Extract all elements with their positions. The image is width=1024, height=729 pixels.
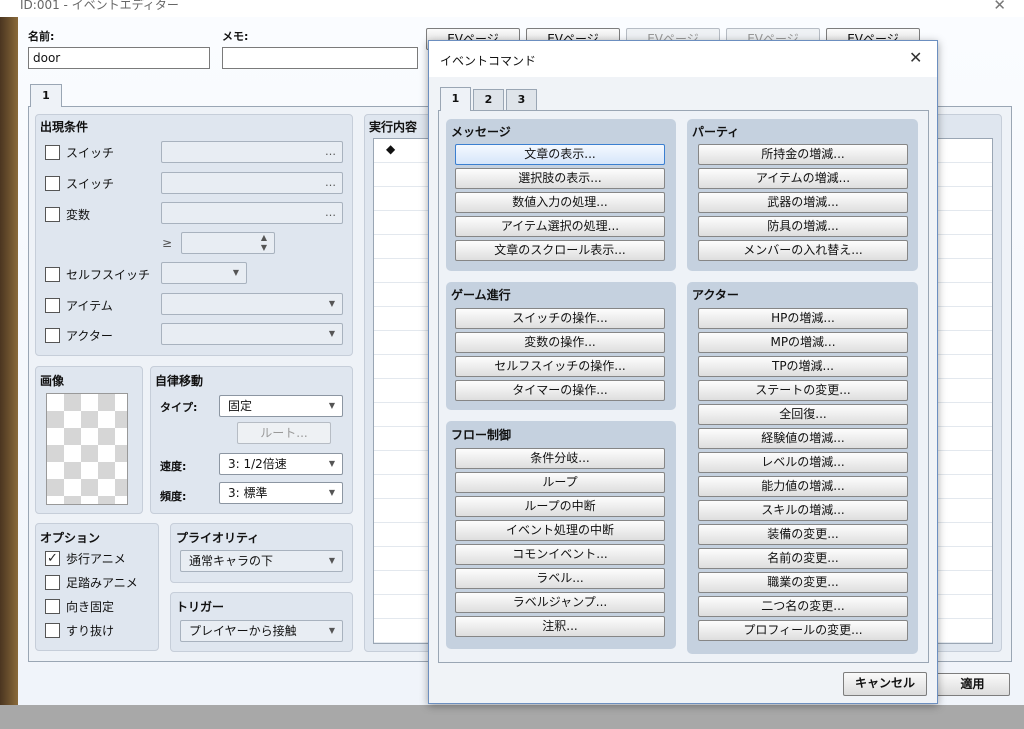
control-self-switch-button[interactable]: セルフスイッチの操作... [455, 356, 665, 377]
actor-group-title: アクター [692, 288, 739, 302]
change-weapons-button[interactable]: 武器の増減... [698, 192, 908, 213]
change-tp-button[interactable]: TPの増減... [698, 356, 908, 377]
change-mp-button[interactable]: MPの増減... [698, 332, 908, 353]
speed-label: 速度: [160, 460, 187, 473]
change-name-button[interactable]: 名前の変更... [698, 548, 908, 569]
switch1-checkbox[interactable]: スイッチ [45, 144, 114, 161]
actor-select[interactable]: ▼ [161, 323, 343, 345]
tab-page-1[interactable]: 1 [30, 84, 62, 107]
dialog-tab-3[interactable]: 3 [506, 89, 537, 110]
self-switch-checkbox[interactable]: セルフスイッチ [45, 266, 150, 283]
switch1-select[interactable]: … [161, 141, 343, 163]
autonomous-movement-title: 自律移動 [155, 374, 204, 388]
dialog-tab-1[interactable]: 1 [440, 87, 471, 111]
type-label: タイプ: [160, 401, 198, 414]
switch2-select[interactable]: … [161, 172, 343, 194]
party-group: パーティ 所持金の増減... アイテムの増減... 武器の増減... 防具の増減… [687, 119, 918, 271]
change-gold-button[interactable]: 所持金の増減... [698, 144, 908, 165]
item-select[interactable]: ▼ [161, 293, 343, 315]
window-close-icon[interactable]: ✕ [993, 0, 1006, 14]
type-select[interactable]: 固定 ▼ [219, 395, 343, 417]
ge-label: ≥ [162, 236, 173, 250]
flow-control-title: フロー制御 [451, 428, 512, 442]
flow-control-group: フロー制御 条件分岐... ループ ループの中断 イベント処理の中断 コモンイベ… [446, 421, 676, 649]
message-group-title: メッセージ [451, 125, 511, 139]
character-image[interactable] [46, 393, 128, 505]
common-event-button[interactable]: コモンイベント... [455, 544, 665, 565]
conditions-title: 出現条件 [40, 120, 89, 134]
change-state-button[interactable]: ステートの変更... [698, 380, 908, 401]
list-item[interactable]: ◆ [386, 142, 395, 156]
through-checkbox[interactable]: すり抜け [45, 622, 114, 639]
priority-select[interactable]: 通常キャラの下 ▼ [180, 550, 343, 572]
trigger-select[interactable]: プレイヤーから接触 ▼ [180, 620, 343, 642]
frequency-select[interactable]: 3: 標準 ▼ [219, 482, 343, 504]
party-group-title: パーティ [692, 125, 740, 139]
control-timer-button[interactable]: タイマーの操作... [455, 380, 665, 401]
speed-select[interactable]: 3: 1/2倍速 ▼ [219, 453, 343, 475]
change-skill-button[interactable]: スキルの増減... [698, 500, 908, 521]
memo-input[interactable] [222, 47, 418, 69]
change-parameter-button[interactable]: 能力値の増減... [698, 476, 908, 497]
change-hp-button[interactable]: HPの増減... [698, 308, 908, 329]
image-title: 画像 [40, 374, 65, 388]
walking-animation-checkbox[interactable]: 歩行アニメ [45, 550, 126, 567]
change-items-button[interactable]: アイテムの増減... [698, 168, 908, 189]
select-item-button[interactable]: アイテム選択の処理... [455, 216, 665, 237]
window-title: ID:001 - イベントエディター [0, 0, 1024, 17]
change-nickname-button[interactable]: 二つ名の変更... [698, 596, 908, 617]
show-choices-button[interactable]: 選択肢の表示... [455, 168, 665, 189]
variable-select[interactable]: … [161, 202, 343, 224]
options-title: オプション [40, 531, 101, 545]
game-progression-group: ゲーム進行 スイッチの操作... 変数の操作... セルフスイッチの操作... … [446, 282, 676, 410]
jump-to-label-button[interactable]: ラベルジャンプ... [455, 592, 665, 613]
conditional-branch-button[interactable]: 条件分岐... [455, 448, 665, 469]
change-party-member-button[interactable]: メンバーの入れ替え... [698, 240, 908, 261]
trigger-title: トリガー [176, 600, 225, 614]
show-text-button[interactable]: 文章の表示... [455, 144, 665, 165]
priority-title: プライオリティ [176, 531, 260, 545]
cancel-button[interactable]: キャンセル [843, 672, 927, 696]
input-number-button[interactable]: 数値入力の処理... [455, 192, 665, 213]
change-armors-button[interactable]: 防具の増減... [698, 216, 908, 237]
change-level-button[interactable]: レベルの増減... [698, 452, 908, 473]
memo-label: メモ: [222, 30, 249, 43]
change-equipment-button[interactable]: 装備の変更... [698, 524, 908, 545]
message-group: メッセージ 文章の表示... 選択肢の表示... 数値入力の処理... アイテム… [446, 119, 676, 271]
label-button[interactable]: ラベル... [455, 568, 665, 589]
frequency-label: 頻度: [160, 490, 187, 503]
change-exp-button[interactable]: 経験値の増減... [698, 428, 908, 449]
status-area [0, 705, 1024, 729]
game-progression-title: ゲーム進行 [451, 288, 511, 302]
apply-button[interactable]: 適用 [935, 673, 1010, 696]
route-button[interactable]: ルート... [237, 422, 331, 444]
direction-fix-checkbox[interactable]: 向き固定 [45, 598, 114, 615]
contents-title: 実行内容 [369, 120, 418, 134]
recover-all-button[interactable]: 全回復... [698, 404, 908, 425]
loop-button[interactable]: ループ [455, 472, 665, 493]
control-variables-button[interactable]: 変数の操作... [455, 332, 665, 353]
self-switch-select[interactable]: ▼ [161, 262, 247, 284]
map-background [0, 17, 18, 705]
variable-checkbox[interactable]: 変数 [45, 206, 90, 223]
name-input[interactable]: door [28, 47, 210, 69]
stepping-animation-checkbox[interactable]: 足踏みアニメ [45, 574, 138, 591]
exit-event-processing-button[interactable]: イベント処理の中断 [455, 520, 665, 541]
actor-checkbox[interactable]: アクター [45, 327, 113, 344]
dialog-tab-2[interactable]: 2 [473, 89, 504, 110]
control-switches-button[interactable]: スイッチの操作... [455, 308, 665, 329]
switch2-checkbox[interactable]: スイッチ [45, 175, 114, 192]
dialog-title: イベントコマンド [440, 54, 537, 68]
break-loop-button[interactable]: ループの中断 [455, 496, 665, 517]
variable-value-spinner[interactable]: ▲ ▼ [181, 232, 275, 254]
item-checkbox[interactable]: アイテム [45, 297, 113, 314]
name-label: 名前: [28, 30, 55, 43]
scrolling-text-button[interactable]: 文章のスクロール表示... [455, 240, 665, 261]
dialog-close-icon[interactable]: ✕ [909, 48, 922, 67]
change-class-button[interactable]: 職業の変更... [698, 572, 908, 593]
comment-button[interactable]: 注釈... [455, 616, 665, 637]
actor-group: アクター HPの増減... MPの増減... TPの増減... ステートの変更.… [687, 282, 918, 654]
change-profile-button[interactable]: プロフィールの変更... [698, 620, 908, 641]
